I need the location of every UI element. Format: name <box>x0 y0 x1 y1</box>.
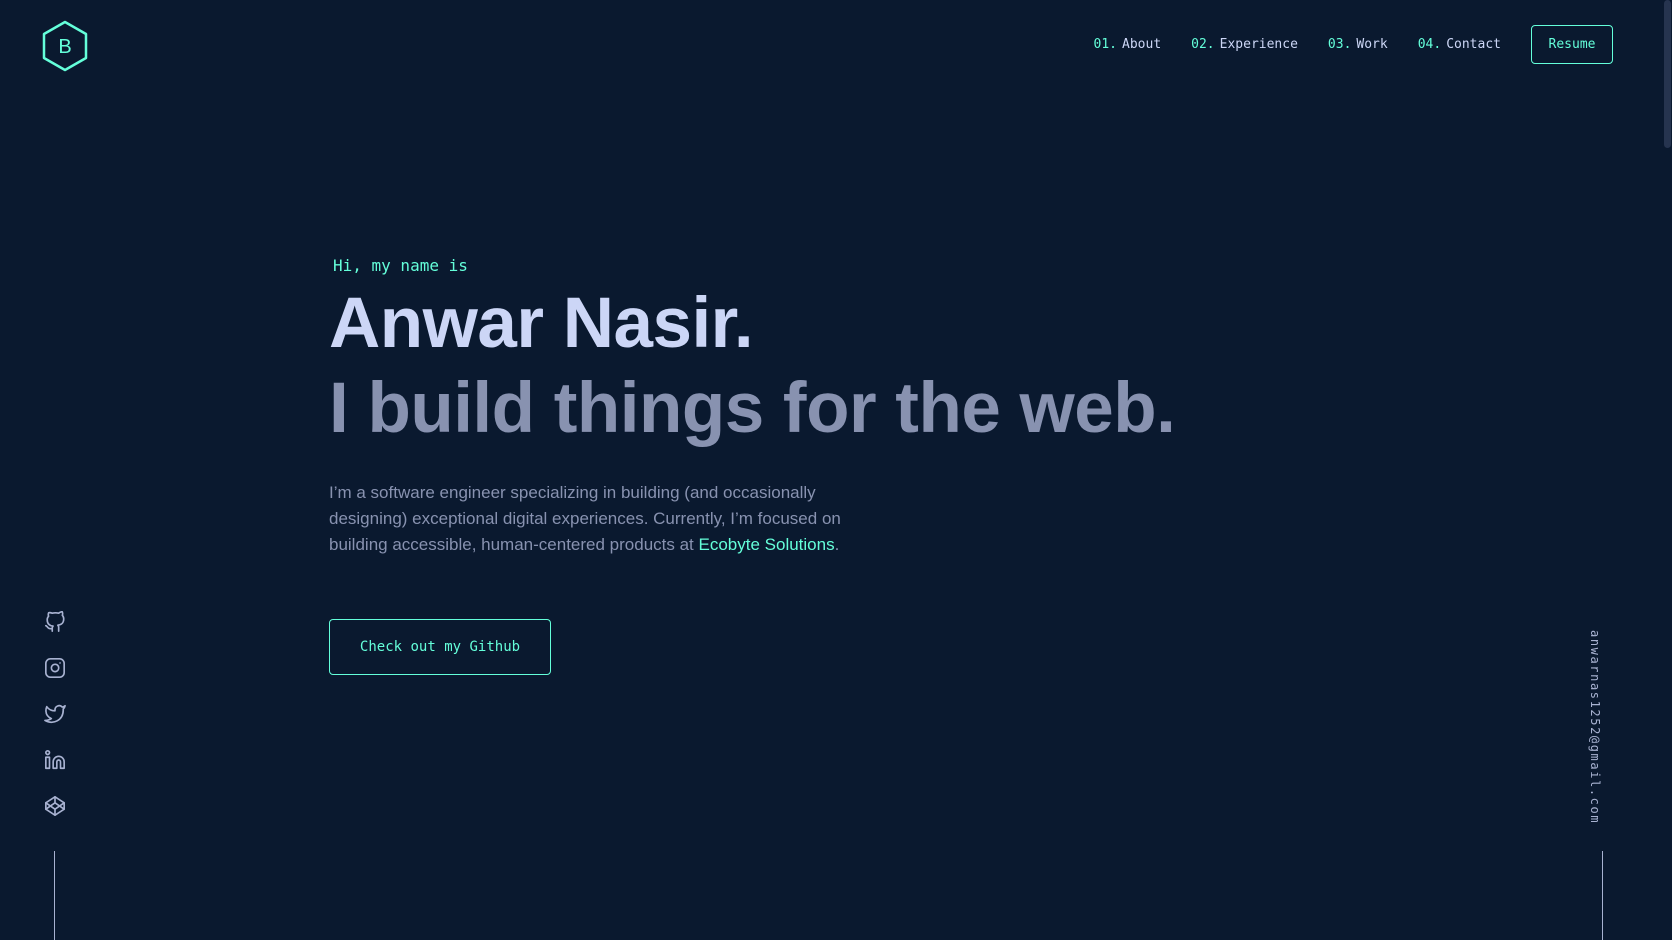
nav-item-label: Contact <box>1446 36 1501 52</box>
email-divider-line <box>1602 851 1603 940</box>
nav-item-label: Experience <box>1219 36 1298 52</box>
hero-bio: I’m a software engineer specializing in … <box>329 480 869 558</box>
main-nav: 01. About 02. Experience 03. Work 04. Co… <box>1094 24 1613 64</box>
twitter-icon[interactable] <box>42 701 68 727</box>
nav-item-contact[interactable]: 04. Contact <box>1418 37 1501 52</box>
social-links <box>42 609 68 839</box>
nav-item-number: 01. <box>1093 36 1118 52</box>
linkedin-icon[interactable] <box>42 747 68 773</box>
resume-button[interactable]: Resume <box>1531 24 1613 64</box>
company-link[interactable]: Ecobyte Solutions <box>699 535 835 554</box>
instagram-icon[interactable] <box>42 655 68 681</box>
hero-name: Anwar Nasir. <box>329 284 754 363</box>
nav-item-label: About <box>1122 36 1162 52</box>
logo-letter: B <box>58 36 71 58</box>
github-icon[interactable] <box>42 609 68 635</box>
nav-item-about[interactable]: 01. About <box>1094 37 1162 52</box>
nav-item-work[interactable]: 03. Work <box>1328 37 1388 52</box>
nav-item-experience[interactable]: 02. Experience <box>1191 37 1298 52</box>
hero-tagline: I build things for the web. <box>329 369 1176 448</box>
nav-item-number: 02. <box>1191 36 1215 52</box>
email-link[interactable]: anwarnas1252@gmail.com <box>1588 630 1602 824</box>
social-divider-line <box>54 851 55 940</box>
github-cta-button[interactable]: Check out my Github <box>329 619 551 675</box>
nav-item-number: 03. <box>1327 36 1352 52</box>
hero-greeting: Hi, my name is <box>333 256 468 275</box>
bio-suffix: . <box>834 535 840 554</box>
hero-section: Hi, my name is Anwar Nasir. I build thin… <box>329 250 1229 558</box>
codepen-icon[interactable] <box>42 793 68 819</box>
scrollbar-thumb[interactable] <box>1664 0 1671 148</box>
hexagon-logo-icon[interactable]: B <box>42 20 88 72</box>
nav-item-label: Work <box>1356 36 1388 52</box>
nav-item-number: 04. <box>1417 36 1442 52</box>
scrollbar-track[interactable] <box>1662 0 1672 940</box>
